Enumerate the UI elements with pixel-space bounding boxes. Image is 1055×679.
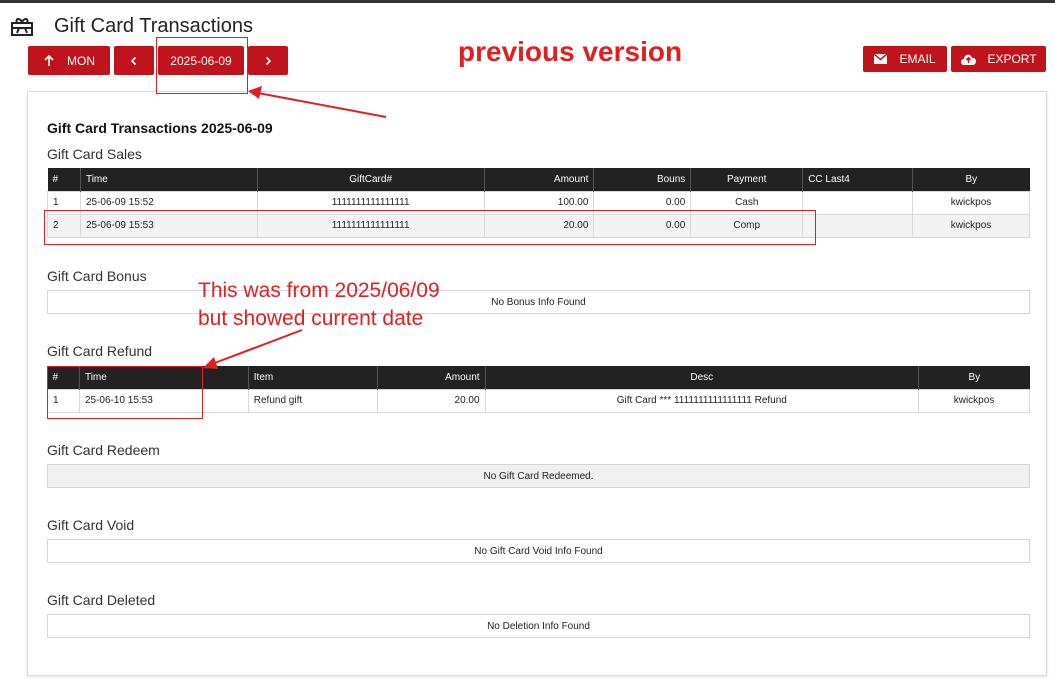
arrow-to-refund-time: [203, 329, 303, 369]
arrow-to-date: [248, 86, 387, 118]
annotation-arrows: [203, 86, 387, 369]
